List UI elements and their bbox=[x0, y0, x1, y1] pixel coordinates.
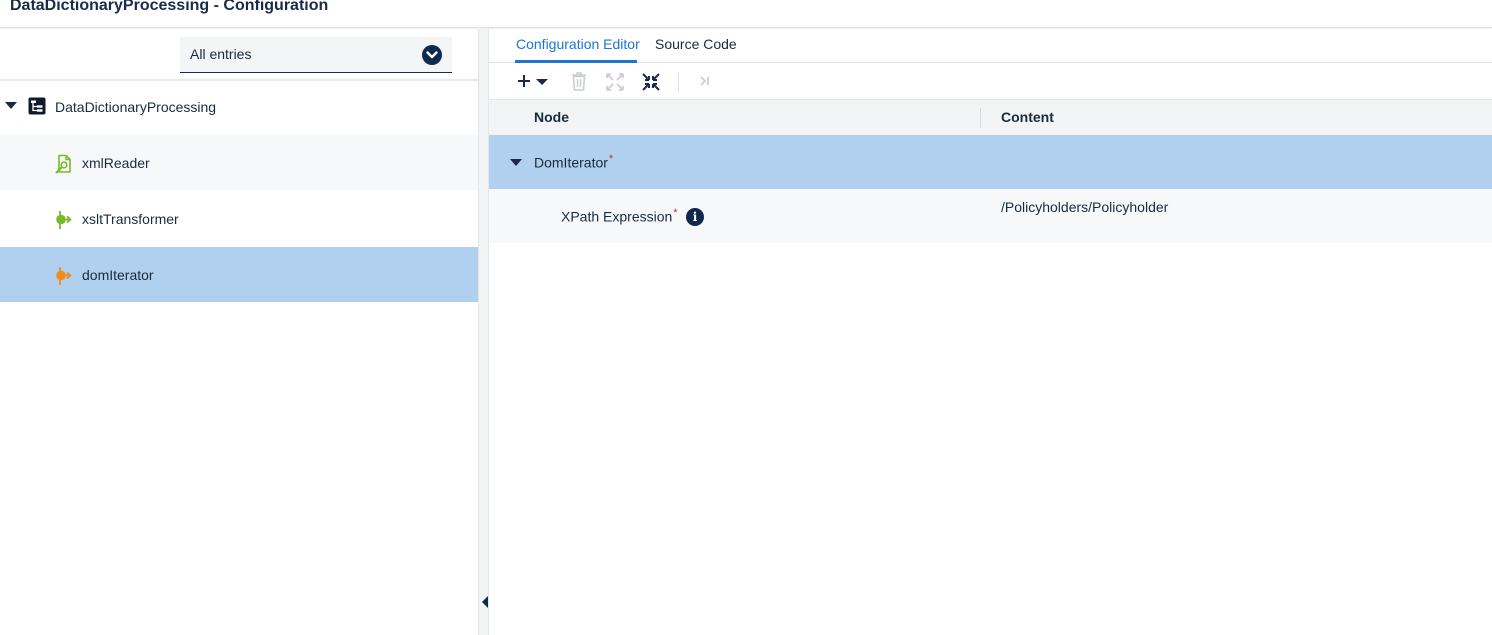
app-title: DataDictionaryProcessing - Configuration bbox=[10, 0, 329, 14]
right-panel: Configuration Editor Source Code Node Co… bbox=[489, 29, 1492, 635]
tree-item-label: domIterator bbox=[82, 267, 154, 283]
tab-bar: Configuration Editor Source Code bbox=[489, 29, 1492, 63]
tree-item-label: xmlReader bbox=[82, 155, 150, 171]
row-node-text: XPath Expression bbox=[561, 208, 673, 225]
filter-select[interactable]: All entries bbox=[180, 37, 452, 73]
tree-item-xmlreader[interactable]: xmlReader bbox=[0, 135, 478, 190]
toolbar-separator bbox=[678, 72, 679, 92]
hierarchy-icon bbox=[28, 97, 46, 120]
skip-icon[interactable] bbox=[697, 69, 713, 93]
collapse-left-icon[interactable] bbox=[482, 596, 488, 608]
grid-row-xpath[interactable]: XPath Expression* i /Policyholders/Polic… bbox=[489, 189, 1492, 243]
grid-header: Node Content bbox=[489, 99, 1492, 135]
tree-item-domiterator[interactable]: domIterator bbox=[0, 247, 478, 302]
info-icon[interactable]: i bbox=[686, 208, 704, 226]
caret-down-icon[interactable] bbox=[5, 102, 17, 110]
row-node-text: DomIterator bbox=[534, 154, 608, 171]
tree-root-label: DataDictionaryProcessing bbox=[55, 99, 217, 115]
panel-splitter[interactable] bbox=[478, 29, 489, 635]
app-header: DataDictionaryProcessing - Configuration bbox=[0, 0, 1492, 28]
add-icon[interactable] bbox=[516, 69, 550, 93]
grid-row-domiterator[interactable]: DomIterator* bbox=[489, 135, 1492, 189]
iterator-icon bbox=[53, 266, 73, 291]
tree-item-label: xsltTransformer bbox=[82, 211, 179, 227]
transformer-icon bbox=[53, 210, 73, 235]
row-node-label: XPath Expression* bbox=[561, 207, 678, 225]
left-panel: All entries DataDictionaryProcessing xml… bbox=[0, 29, 478, 635]
active-tab-indicator bbox=[515, 60, 637, 63]
collapse-all-icon[interactable] bbox=[640, 69, 662, 93]
toolbar bbox=[489, 65, 1492, 99]
tree-item-xslttransformer[interactable]: xsltTransformer bbox=[0, 191, 478, 246]
caret-down-icon[interactable] bbox=[510, 159, 522, 167]
expand-all-icon[interactable] bbox=[604, 69, 626, 93]
xpath-expression-value[interactable]: /Policyholders/Policyholder bbox=[1001, 199, 1168, 215]
xml-reader-icon bbox=[54, 154, 74, 179]
chevron-down-icon[interactable] bbox=[422, 45, 442, 65]
tab-source-code[interactable]: Source Code bbox=[655, 36, 737, 52]
column-header-node[interactable]: Node bbox=[534, 109, 569, 125]
tree-root-node[interactable]: DataDictionaryProcessing bbox=[0, 80, 478, 135]
tab-configuration-editor[interactable]: Configuration Editor bbox=[516, 36, 640, 52]
column-resizer[interactable] bbox=[980, 108, 981, 128]
row-node-label: DomIterator* bbox=[534, 153, 613, 171]
delete-icon[interactable] bbox=[569, 69, 589, 93]
required-marker: * bbox=[673, 207, 678, 219]
column-header-content[interactable]: Content bbox=[1001, 109, 1054, 125]
required-marker: * bbox=[608, 153, 614, 165]
filter-value: All entries bbox=[190, 46, 252, 62]
